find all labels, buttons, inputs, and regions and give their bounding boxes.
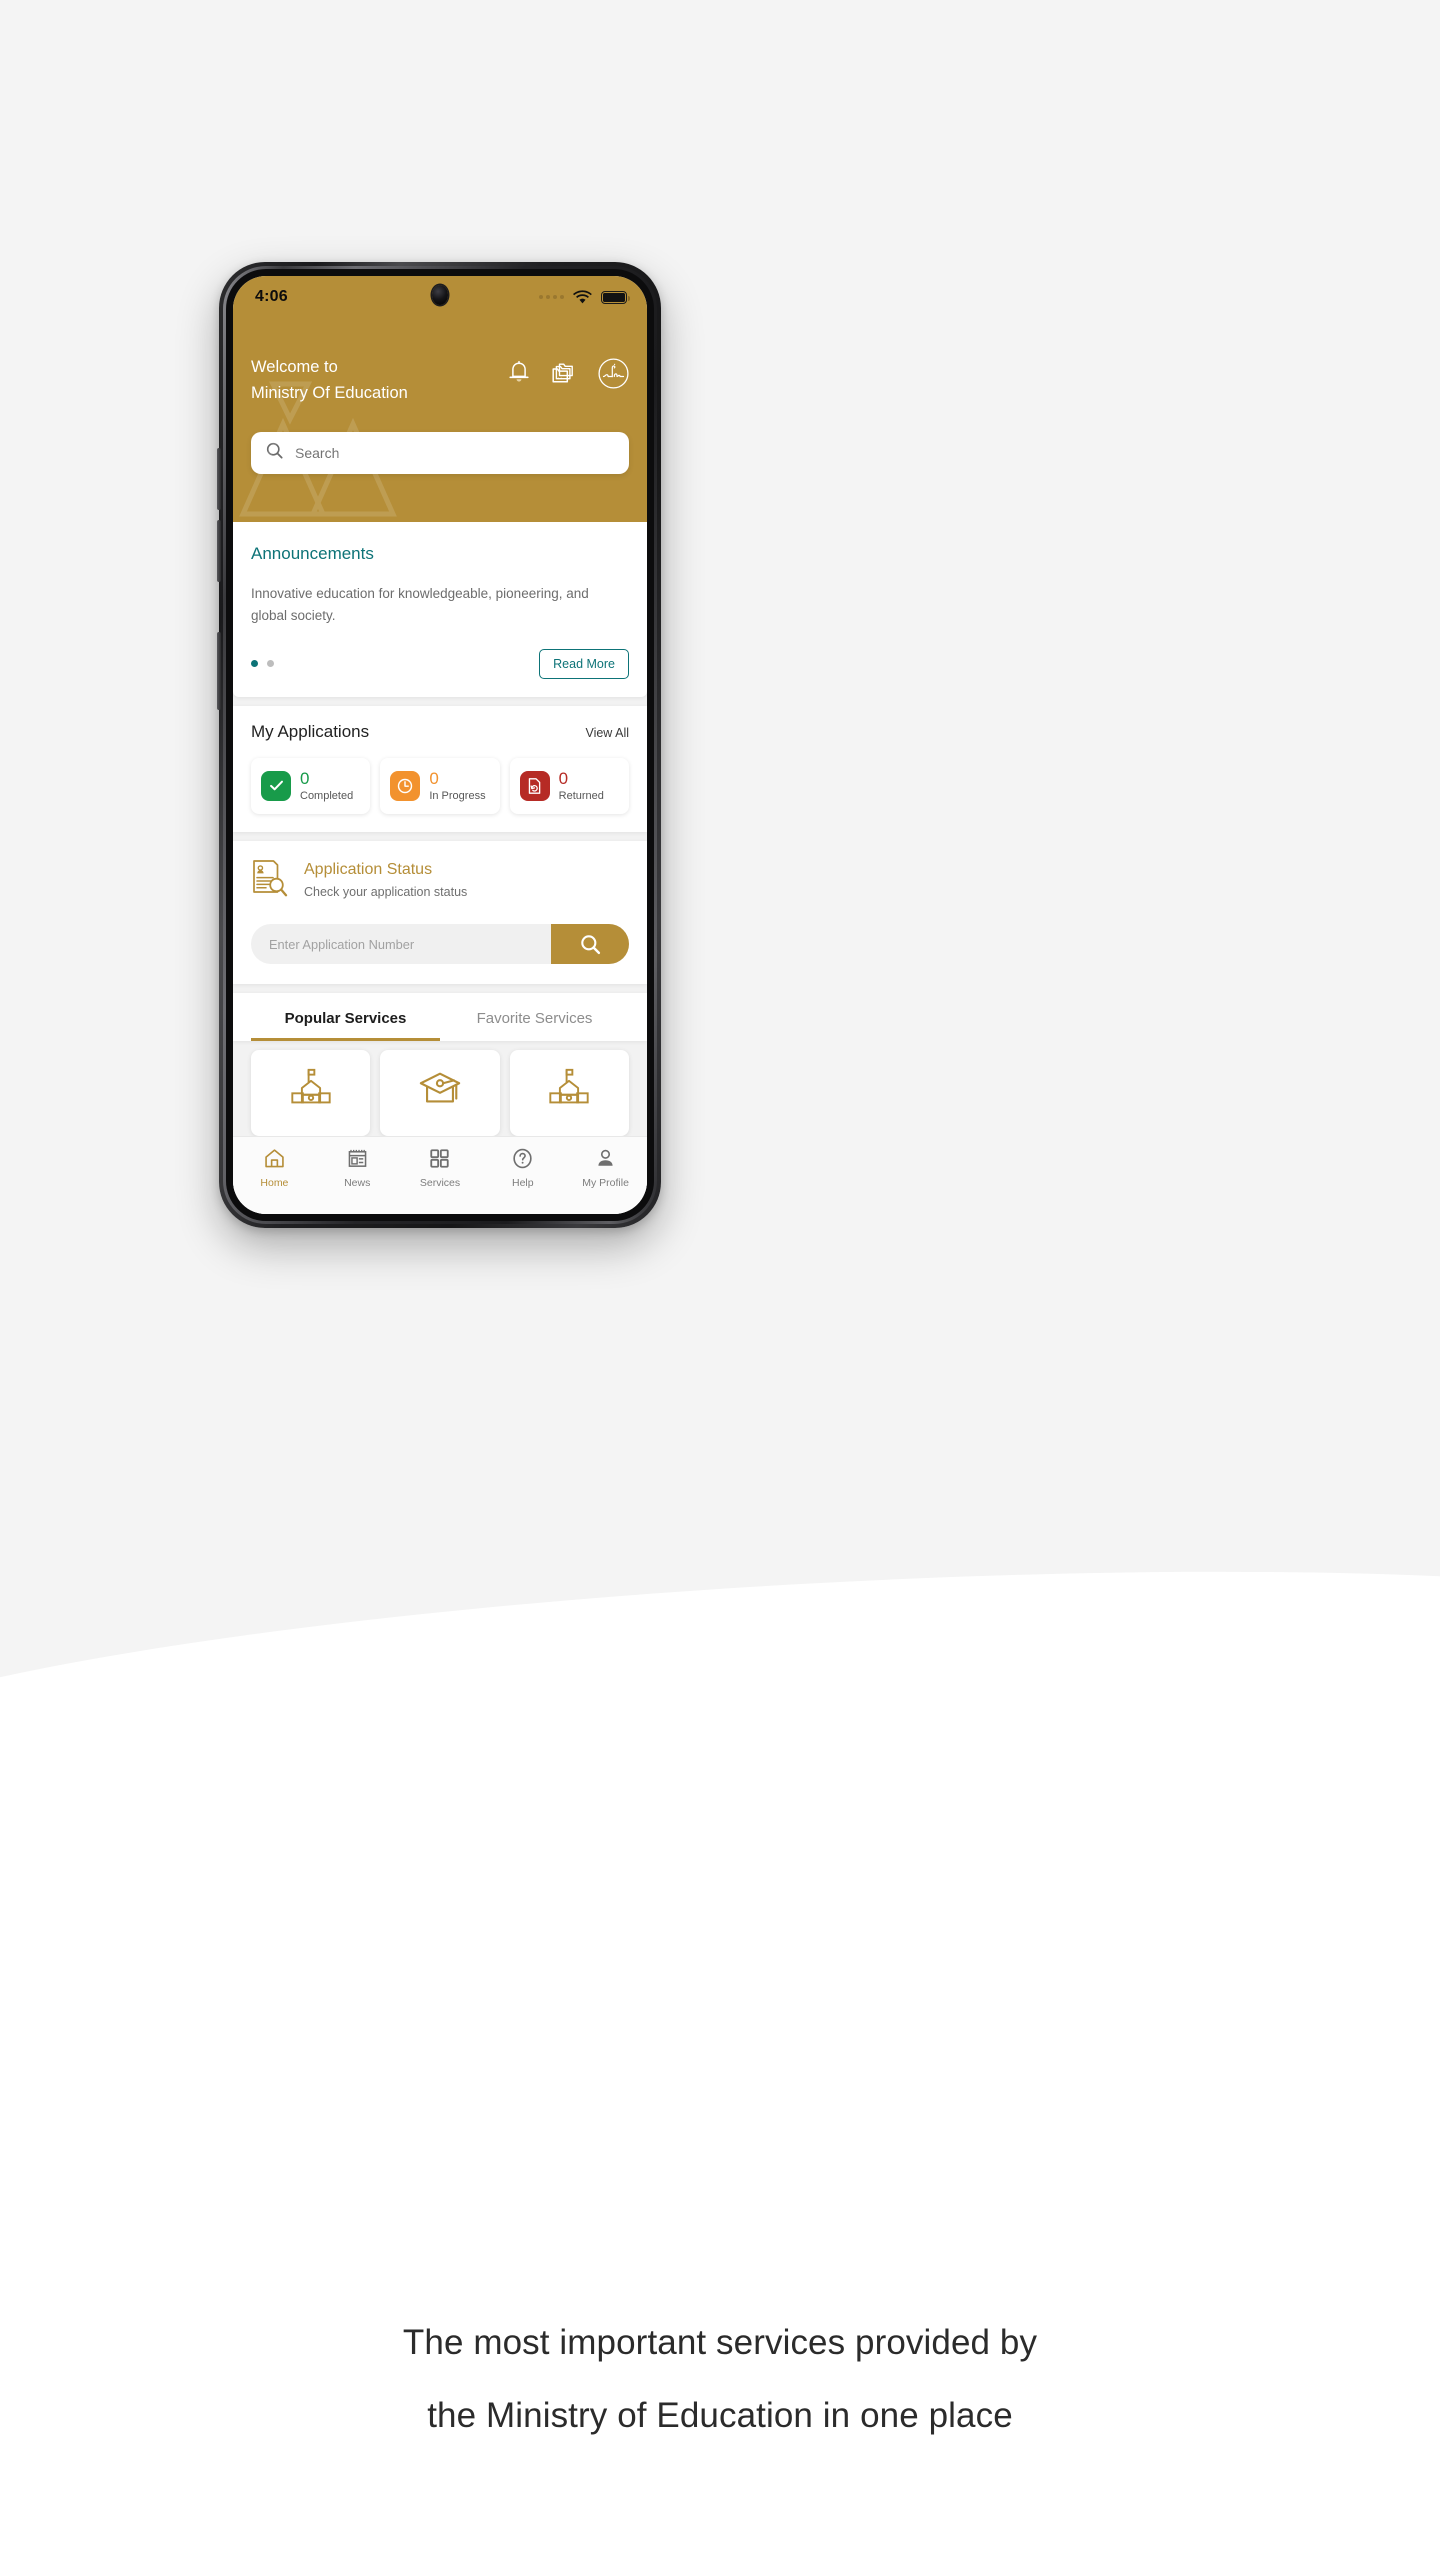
stat-label-in-progress: In Progress: [429, 790, 486, 802]
header-icon-group: [507, 358, 629, 406]
my-applications-header: My Applications View All: [251, 722, 629, 742]
bottom-navigation-bar: Home News Services Help My Profile: [233, 1136, 647, 1214]
stat-text-returned: 0 Returned: [559, 769, 604, 802]
person-icon: [598, 1149, 613, 1166]
app-header: Welcome to Ministry Of Education: [233, 318, 647, 522]
welcome-text: Welcome to Ministry Of Education: [251, 354, 408, 406]
tab-popular-services[interactable]: Popular Services: [251, 993, 440, 1041]
document-return-icon: [519, 770, 550, 801]
nav-label-services: Services: [419, 1177, 461, 1189]
clock-icon: [390, 770, 421, 801]
welcome-line-1: Welcome to: [251, 358, 338, 376]
application-status-section: Application Status Check your applicatio…: [233, 841, 647, 984]
help-circle-icon: [513, 1148, 532, 1169]
application-number-input[interactable]: [251, 924, 551, 964]
caption-line-1: The most important services provided by: [402, 2323, 1038, 2362]
nav-item-my-profile[interactable]: My Profile: [564, 1147, 647, 1189]
nav-item-help[interactable]: Help: [481, 1147, 564, 1189]
announcements-footer: Read More: [251, 649, 629, 679]
service-card-3[interactable]: [509, 1050, 629, 1136]
caption-block: The most important services provided by …: [0, 2306, 1440, 2452]
folders-icon[interactable]: [551, 362, 578, 391]
services-grid-icon: [430, 1149, 450, 1168]
graduation-cap-icon: [419, 1072, 461, 1103]
pagination-dot[interactable]: [267, 659, 274, 667]
application-status-title: Application Status: [304, 861, 433, 878]
phone-mockup: 4:06 Welcome to Ministry Of Education Se…: [217, 262, 661, 1228]
wifi-icon: [573, 290, 592, 304]
application-search-button[interactable]: [551, 924, 629, 964]
stat-count-in-progress: 0: [429, 769, 439, 788]
stat-label-returned: Returned: [558, 790, 604, 802]
announcements-title: Announcements: [251, 544, 374, 563]
battery-full-icon: [601, 290, 630, 304]
view-all-link[interactable]: View All: [585, 726, 629, 740]
service-cards-row: [233, 1041, 647, 1136]
volume-up-button[interactable]: [217, 448, 221, 510]
ministry-logo-icon[interactable]: [598, 358, 629, 394]
application-status-text: Application Status Check your applicatio…: [304, 859, 467, 899]
stat-text-completed: 0 Completed: [300, 769, 353, 802]
carousel-pagination-dots[interactable]: [251, 659, 274, 669]
school-building-icon: [549, 1068, 589, 1104]
signal-dots-icon: [539, 295, 564, 299]
screenshot-stage: 4:06 Welcome to Ministry Of Education Se…: [0, 0, 1440, 2560]
my-applications-section: My Applications View All 0 Completed 0 I…: [233, 706, 647, 832]
pagination-dot-active[interactable]: [251, 659, 258, 667]
search-icon: [580, 934, 600, 954]
notification-bell-icon[interactable]: [507, 360, 531, 392]
app-content: Announcements Innovative education for k…: [233, 522, 647, 1214]
welcome-line-2: Ministry Of Education: [251, 384, 408, 402]
stat-label-completed: Completed: [300, 790, 354, 802]
application-number-row: [251, 924, 629, 964]
service-card-1[interactable]: [251, 1050, 371, 1136]
news-icon: [348, 1149, 367, 1167]
stat-count-completed: 0: [300, 769, 310, 788]
check-icon: [261, 770, 291, 801]
stat-count-returned: 0: [558, 769, 569, 788]
search-bar[interactable]: [251, 432, 629, 474]
nav-item-news[interactable]: News: [316, 1147, 399, 1189]
my-applications-title: My Applications: [251, 722, 370, 741]
application-status-icon: [251, 859, 291, 906]
announcements-card: Announcements Innovative education for k…: [233, 522, 647, 697]
power-button[interactable]: [217, 632, 221, 710]
nav-label-news: News: [344, 1177, 371, 1189]
nav-label-my-profile: My Profile: [582, 1177, 629, 1189]
search-icon: [266, 442, 283, 464]
nav-item-home[interactable]: Home: [233, 1147, 316, 1189]
service-tabs-card: Popular Services Favorite Services: [233, 993, 647, 1041]
search-input[interactable]: [295, 445, 614, 461]
status-bar-indicators: [539, 290, 630, 304]
caption-line-2: the Ministry of Education in one place: [427, 2396, 1013, 2435]
application-stats-row: 0 Completed 0 In Progress 0 Returned: [251, 758, 629, 814]
front-camera-punch-hole: [432, 285, 448, 305]
nav-label-help: Help: [511, 1177, 534, 1189]
service-tabs: Popular Services Favorite Services: [251, 993, 629, 1041]
status-bar-time: 4:06: [255, 288, 288, 305]
stat-card-returned[interactable]: 0 Returned: [509, 758, 629, 814]
volume-down-button[interactable]: [217, 520, 221, 582]
nav-label-home: Home: [260, 1177, 289, 1189]
header-search-wrap: [251, 432, 629, 474]
application-status-header: Application Status Check your applicatio…: [251, 859, 629, 906]
phone-screen: 4:06 Welcome to Ministry Of Education Se…: [233, 276, 647, 1214]
welcome-row: Welcome to Ministry Of Education: [251, 318, 629, 406]
announcements-body: Innovative education for knowledgeable, …: [251, 586, 589, 623]
tab-favorite-services[interactable]: Favorite Services: [440, 993, 629, 1041]
stat-text-in-progress: 0 In Progress: [429, 769, 485, 802]
school-building-icon: [291, 1068, 331, 1104]
stat-card-completed[interactable]: 0 Completed: [251, 758, 371, 814]
nav-item-services[interactable]: Services: [399, 1147, 482, 1189]
home-icon: [265, 1149, 284, 1168]
stat-card-in-progress[interactable]: 0 In Progress: [380, 758, 500, 814]
service-card-2[interactable]: [380, 1050, 500, 1136]
read-more-button[interactable]: Read More: [539, 649, 629, 679]
application-status-subtitle: Check your application status: [304, 885, 468, 899]
